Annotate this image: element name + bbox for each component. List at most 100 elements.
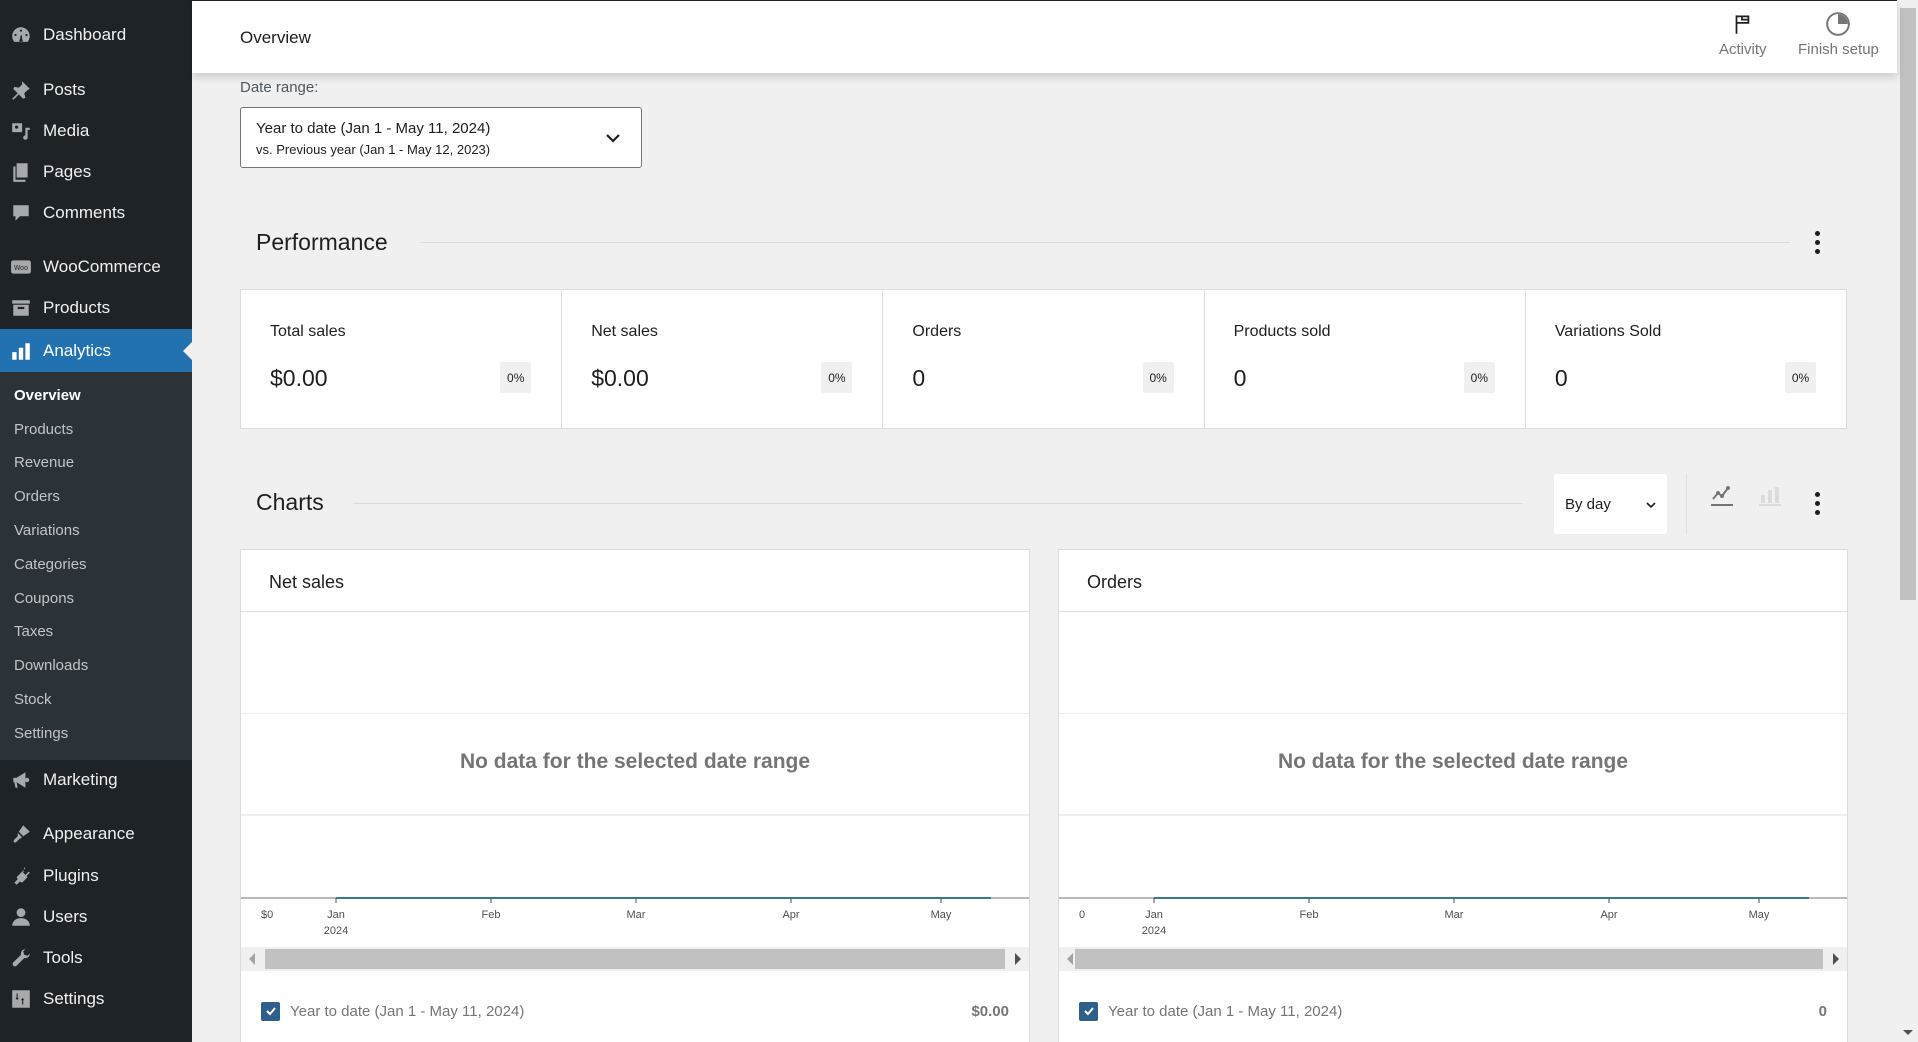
sidebar-item-label: Users: [43, 907, 88, 926]
submenu-item-settings[interactable]: Settings: [14, 725, 68, 742]
legend-checkbox[interactable]: [261, 1001, 280, 1021]
sidebar-item-products[interactable]: Products: [0, 288, 192, 328]
sidebar-item-users[interactable]: Users: [0, 897, 192, 937]
sidebar-item-label: Tools: [43, 948, 83, 967]
x-tick-label: Feb: [482, 909, 501, 921]
scroll-right-arrow[interactable]: [1015, 953, 1021, 965]
activity-button[interactable]: Activity: [1719, 11, 1767, 58]
sidebar-item-woocommerce[interactable]: Woo WooCommerce: [0, 247, 192, 287]
submenu-item-overview[interactable]: Overview: [14, 387, 81, 404]
submenu-item-taxes[interactable]: Taxes: [14, 623, 53, 640]
date-range-primary: Year to date (Jan 1 - May 11, 2024): [256, 120, 491, 137]
section-divider: [420, 242, 1790, 243]
perf-card-variations-sold[interactable]: Variations Sold 0 0%: [1526, 290, 1846, 428]
submenu-item-products[interactable]: Products: [14, 421, 73, 438]
kebab-dot: [1814, 248, 1820, 254]
sliders-icon: [9, 987, 33, 1011]
megaphone-icon: [9, 768, 33, 792]
perf-value: 0: [912, 365, 926, 391]
x-tick-label: 2024: [1142, 925, 1166, 937]
no-data-message: No data for the selected date range: [459, 750, 811, 773]
sidebar-item-label: Settings: [43, 989, 105, 1008]
sidebar-item-settings[interactable]: Settings: [0, 979, 192, 1019]
no-data-message: No data for the selected date range: [1277, 750, 1629, 773]
sidebar-item-appearance[interactable]: Appearance: [0, 814, 192, 854]
perf-label: Orders: [912, 323, 962, 340]
submenu-item-coupons[interactable]: Coupons: [14, 590, 74, 607]
scroll-right-arrow[interactable]: [1833, 953, 1839, 965]
scroll-thumb[interactable]: [1075, 949, 1823, 969]
x-tick-label: May: [931, 909, 952, 921]
dashboard-icon: [9, 23, 33, 47]
activity-label: Activity: [1719, 41, 1767, 58]
chart-legend-item: Year to date (Jan 1 - May 11, 2024) $0.0…: [261, 1001, 1009, 1021]
sidebar-item-dashboard[interactable]: Dashboard: [0, 15, 192, 55]
chart-legend-item: Year to date (Jan 1 - May 11, 2024) 0: [1079, 1001, 1827, 1021]
bar-chart-icon[interactable]: [1758, 482, 1782, 508]
sidebar-item-label: Appearance: [43, 824, 135, 843]
submenu-item-variations[interactable]: Variations: [14, 522, 80, 539]
chart-horizontal-scrollbar[interactable]: [241, 947, 1029, 971]
perf-value: $0.00: [270, 365, 328, 391]
charts-title: Charts: [256, 489, 324, 515]
grid-line: [1059, 713, 1847, 714]
submenu-item-orders[interactable]: Orders: [14, 488, 60, 505]
scroll-left-arrow[interactable]: [1067, 953, 1073, 965]
interval-select[interactable]: By day: [1554, 474, 1667, 534]
chart-title: Net sales: [269, 572, 345, 592]
sidebar-item-posts[interactable]: Posts: [0, 70, 192, 110]
plug-icon: [9, 864, 33, 888]
sidebar-item-media[interactable]: Media: [0, 111, 192, 151]
scroll-down-arrow[interactable]: [1903, 1030, 1913, 1035]
finish-setup-label: Finish setup: [1798, 41, 1879, 58]
grid-line: [241, 814, 1029, 816]
perf-delta-badge: 0%: [1142, 362, 1174, 393]
wrench-icon: [9, 946, 33, 970]
perf-card-total-sales[interactable]: Total sales $0.00 0%: [241, 290, 563, 428]
submenu-item-stock[interactable]: Stock: [14, 691, 52, 708]
chart-card-net-sales: Net sales No data for the selected date …: [240, 549, 1030, 1042]
submenu-item-downloads[interactable]: Downloads: [14, 657, 88, 674]
sidebar-item-comments[interactable]: Comments: [0, 193, 192, 233]
sidebar-item-plugins[interactable]: Plugins: [0, 856, 192, 896]
perf-label: Total sales: [270, 323, 346, 340]
charts-menu-button[interactable]: [1805, 488, 1829, 518]
chart-header-divider: [1059, 611, 1847, 612]
scroll-thumb[interactable]: [265, 949, 1005, 969]
submenu-item-categories[interactable]: Categories: [14, 556, 87, 573]
flag-icon: [1735, 15, 1750, 34]
chart-horizontal-scrollbar[interactable]: [1059, 947, 1847, 971]
line-chart-icon[interactable]: [1710, 482, 1734, 508]
kebab-dot: [1814, 509, 1820, 515]
finish-setup-button[interactable]: Finish setup: [1798, 11, 1879, 58]
x-tick-label: Jan: [1145, 909, 1163, 921]
svg-text:Woo: Woo: [14, 264, 28, 272]
perf-value: 0: [1554, 365, 1568, 391]
page-scrollbar[interactable]: [1898, 0, 1918, 1042]
kebab-dot: [1814, 500, 1820, 506]
scroll-left-arrow[interactable]: [249, 953, 255, 965]
media-icon: [9, 119, 33, 143]
perf-card-net-sales[interactable]: Net sales $0.00 0%: [562, 290, 884, 428]
interval-value: By day: [1565, 496, 1611, 513]
page-scroll-thumb[interactable]: [1900, 8, 1916, 600]
checkmark-icon: [265, 1007, 276, 1016]
user-icon: [9, 905, 33, 929]
perf-delta-badge: 0%: [1785, 362, 1817, 393]
sidebar-item-marketing[interactable]: Marketing: [0, 760, 192, 800]
legend-checkbox[interactable]: [1079, 1001, 1098, 1021]
x-tick-label: Jan: [327, 909, 345, 921]
submenu-item-revenue[interactable]: Revenue: [14, 454, 74, 471]
woo-icon: Woo: [9, 255, 33, 279]
performance-menu-button[interactable]: [1805, 227, 1829, 257]
analytics-submenu: Overview Products Revenue Orders Variati…: [0, 372, 192, 760]
sidebar-item-analytics[interactable]: Analytics: [0, 329, 192, 372]
date-range-select[interactable]: Year to date (Jan 1 - May 11, 2024) vs. …: [240, 107, 642, 168]
sidebar-item-pages[interactable]: Pages: [0, 152, 192, 192]
perf-card-products-sold[interactable]: Products sold 0 0%: [1205, 290, 1526, 428]
perf-card-orders[interactable]: Orders 0 0%: [883, 290, 1205, 428]
chart-header-divider: [241, 611, 1029, 612]
sidebar-item-tools[interactable]: Tools: [0, 938, 192, 978]
grid-line: [241, 713, 1029, 714]
brush-icon: [9, 822, 33, 846]
